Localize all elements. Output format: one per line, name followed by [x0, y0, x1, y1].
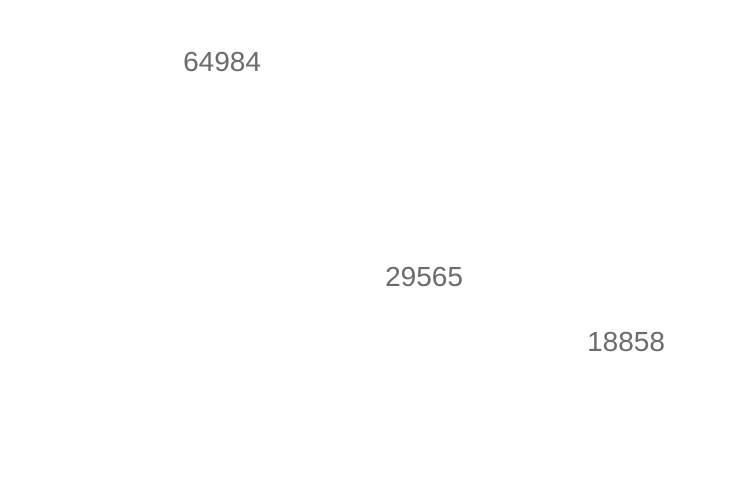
- data-label-29565: 29565: [385, 261, 463, 292]
- data-label-18858: 18858: [587, 325, 665, 357]
- data-label-64984: 64984: [183, 46, 261, 77]
- chart-area: 64984 29565 18858: [0, 0, 750, 489]
